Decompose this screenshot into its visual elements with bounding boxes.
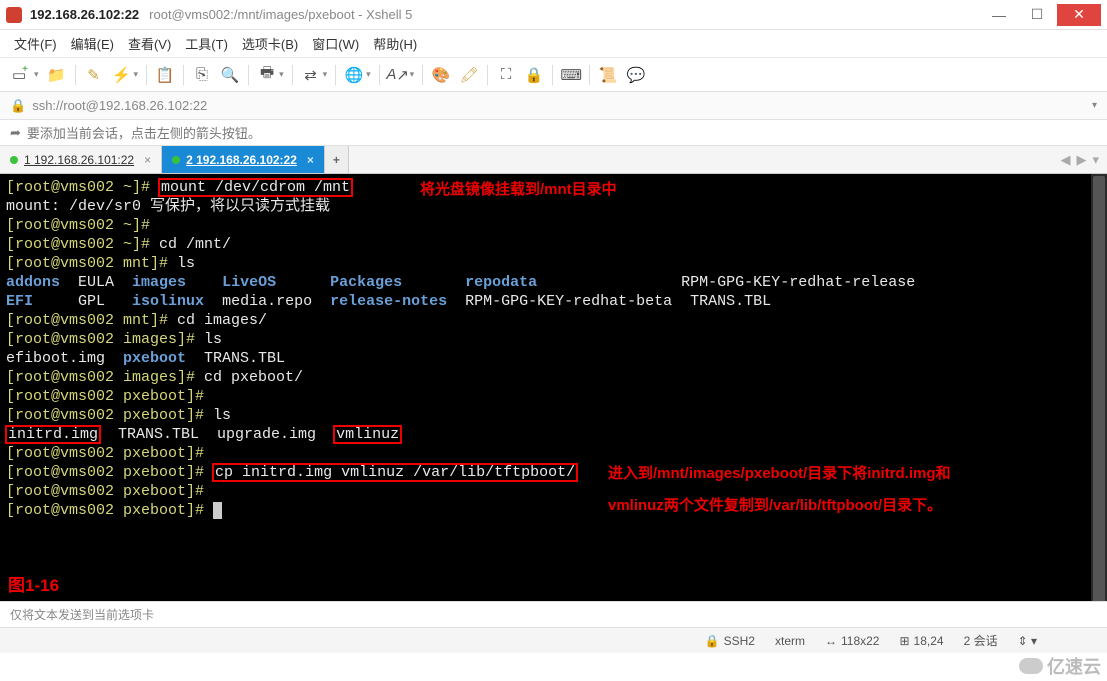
lock-small-icon: 🔒 [10, 98, 26, 114]
app-icon [6, 7, 22, 23]
address-dropdown-icon[interactable]: ▾ [1092, 100, 1097, 111]
status-dot-icon [172, 156, 180, 164]
status-dot-icon [10, 156, 18, 164]
menu-help[interactable]: 帮助(H) [373, 34, 417, 53]
tab-2-label: 2 192.168.26.102:22 [186, 153, 297, 167]
terminal-cursor [213, 502, 222, 519]
tab-menu-icon[interactable]: ▾ [1092, 152, 1099, 168]
tab-session-2[interactable]: 2 192.168.26.102:22 × [162, 146, 325, 173]
chat-icon[interactable]: 💬 [624, 63, 648, 87]
globe-icon[interactable]: 🌐 [342, 63, 366, 87]
minimize-button[interactable]: — [981, 4, 1017, 26]
close-button[interactable]: ✕ [1057, 4, 1101, 26]
annotation-cp-line2: vmlinuz两个文件复制到/var/lib/tftpboot/目录下。 [608, 496, 942, 515]
menu-bar: 文件(F) 编辑(E) 查看(V) 工具(T) 选项卡(B) 窗口(W) 帮助(… [0, 30, 1107, 58]
color-icon[interactable]: 🎨 [429, 63, 453, 87]
search-icon[interactable]: 🔍 [218, 63, 242, 87]
hint-text: 要添加当前会话，点击左侧的箭头按钮。 [27, 123, 261, 142]
status-updown-icon[interactable]: ⇕ ▾ [1018, 634, 1037, 648]
menu-tab[interactable]: 选项卡(B) [242, 34, 298, 53]
menu-file[interactable]: 文件(F) [14, 34, 57, 53]
file-vmlinuz: vmlinuz [334, 426, 401, 443]
properties-icon[interactable]: 📋 [153, 63, 177, 87]
lock-icon[interactable]: 🔒 [522, 63, 546, 87]
terminal-scrollbar[interactable] [1091, 174, 1107, 601]
keyboard-icon[interactable]: ⌨ [559, 63, 583, 87]
watermark: 亿速云 [1019, 653, 1101, 679]
tab-nav: ◀ ▶ ▾ [1052, 146, 1107, 173]
address-bar[interactable]: 🔒 ssh://root@192.168.26.102:22 ▾ [0, 92, 1107, 120]
status-size: ↔118x22 [825, 634, 879, 648]
title-path: root@vms002:/mnt/images/pxeboot - Xshell… [149, 7, 412, 22]
file-initrd: initrd.img [6, 426, 100, 443]
fullscreen-icon[interactable]: ⛶ [494, 63, 518, 87]
toolbar: ▭+▾ 📁 ✎ ⚡▾ 📋 ⎘ 🔍 🖶▾ ⇄▾ 🌐▾ A↗▾ 🎨 🖍 ⛶ 🔒 ⌨ … [0, 58, 1107, 92]
cmd-mount: mount /dev/cdrom /mnt [159, 179, 352, 196]
tab-1-close-icon[interactable]: × [144, 153, 151, 167]
status-proto: 🔒SSH2 [705, 634, 755, 648]
status-pos: ⊞18,24 [899, 634, 943, 648]
cmd-cp: cp initrd.img vmlinuz /var/lib/tftpboot/ [213, 464, 577, 481]
annotation-mount: 将光盘镜像挂载到/mnt目录中 [420, 180, 617, 199]
tab-row: 1 192.168.26.101:22 × 2 192.168.26.102:2… [0, 146, 1107, 174]
highlight-icon[interactable]: 🖍 [457, 63, 481, 87]
send-mode-bar: 仅将文本发送到当前选项卡 [0, 601, 1107, 627]
maximize-button[interactable]: ☐ [1019, 4, 1055, 26]
menu-edit[interactable]: 编辑(E) [71, 34, 114, 53]
send-mode-text: 仅将文本发送到当前选项卡 [10, 606, 154, 623]
tab-add-button[interactable]: + [325, 146, 349, 173]
menu-window[interactable]: 窗口(W) [312, 34, 359, 53]
menu-view[interactable]: 查看(V) [128, 34, 171, 53]
address-url: ssh://root@192.168.26.102:22 [32, 98, 207, 113]
transfer-icon[interactable]: ⇄ [299, 63, 323, 87]
tab-next-icon[interactable]: ▶ [1076, 152, 1086, 168]
tab-2-close-icon[interactable]: × [307, 153, 314, 167]
tab-prev-icon[interactable]: ◀ [1060, 152, 1070, 168]
annotation-cp-line1: 进入到/mnt/images/pxeboot/目录下将initrd.img和 [608, 464, 951, 483]
status-term: xterm [775, 634, 805, 648]
new-session-icon[interactable]: ▭+ [10, 63, 34, 87]
script-icon[interactable]: 📜 [596, 63, 620, 87]
terminal[interactable]: [root@vms002 ~]# mount /dev/cdrom /mnt 将… [0, 174, 1107, 601]
status-bar: 🔒SSH2 xterm ↔118x22 ⊞18,24 2 会话 ⇕ ▾ [0, 627, 1107, 653]
menu-tools[interactable]: 工具(T) [185, 34, 228, 53]
cloud-icon [1019, 658, 1043, 674]
title-ip: 192.168.26.102:22 [30, 7, 139, 22]
open-icon[interactable]: 📁 [45, 63, 69, 87]
tab-session-1[interactable]: 1 192.168.26.101:22 × [0, 146, 162, 173]
reconnect-icon[interactable]: ✎ [82, 63, 106, 87]
figure-label: 图1-16 [8, 576, 59, 595]
status-sessions: 2 会话 [964, 632, 998, 649]
copy-icon[interactable]: ⎘ [190, 63, 214, 87]
print-icon[interactable]: 🖶 [255, 63, 279, 87]
tab-1-label: 1 192.168.26.101:22 [24, 153, 134, 167]
title-bar: 192.168.26.102:22 root@vms002:/mnt/image… [0, 0, 1107, 30]
hint-arrow-icon[interactable]: ➦ [10, 125, 21, 141]
font-icon[interactable]: A↗ [386, 63, 410, 87]
hint-bar: ➦ 要添加当前会话，点击左侧的箭头按钮。 [0, 120, 1107, 146]
disconnect-icon[interactable]: ⚡ [110, 63, 134, 87]
